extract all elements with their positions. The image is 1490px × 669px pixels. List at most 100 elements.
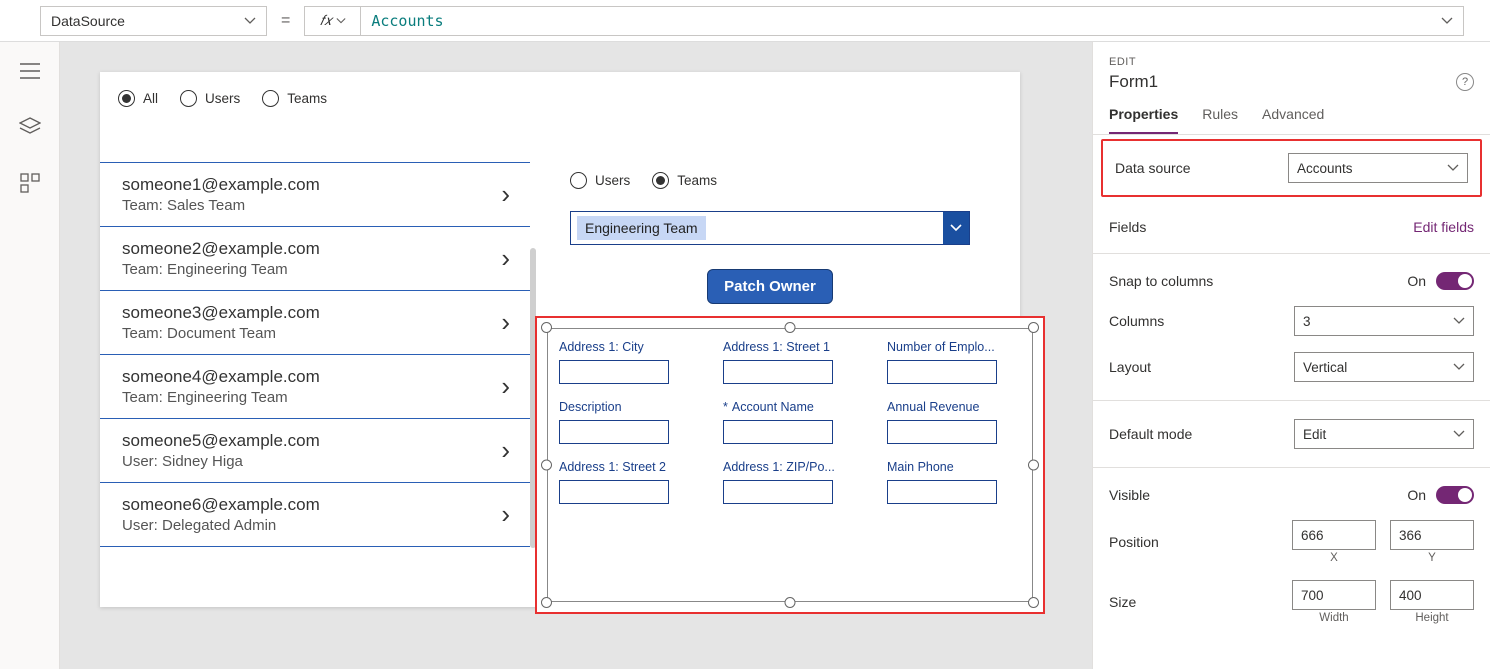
chevron-down-icon: [1453, 315, 1465, 327]
radio-circle-icon: [180, 90, 197, 107]
field-input[interactable]: [887, 420, 997, 444]
fx-icon: 𝑓𝑥: [320, 12, 332, 29]
radio-teams[interactable]: Teams: [262, 90, 327, 107]
gallery-item[interactable]: someone3@example.comTeam: Document Team›: [100, 291, 530, 355]
resize-handle[interactable]: [785, 597, 796, 608]
chevron-down-icon: [1453, 361, 1465, 373]
layout-dropdown[interactable]: Vertical: [1294, 352, 1474, 382]
dropdown-value: Edit: [1303, 427, 1326, 442]
gallery-item[interactable]: someone1@example.comTeam: Sales Team›: [100, 162, 530, 227]
gallery-email: someone4@example.com: [122, 367, 320, 387]
accounts-gallery[interactable]: someone1@example.comTeam: Sales Team›som…: [100, 162, 530, 547]
prop-label: Columns: [1109, 313, 1164, 329]
filter-radio-group: All Users Teams: [100, 72, 1020, 107]
radio-label: Users: [595, 173, 630, 188]
field-input[interactable]: [559, 480, 669, 504]
patch-owner-button[interactable]: Patch Owner: [707, 269, 833, 304]
radio-owner-users[interactable]: Users: [570, 172, 630, 189]
radio-label: Teams: [287, 91, 327, 106]
resize-handle[interactable]: [1028, 322, 1039, 333]
snap-toggle[interactable]: [1436, 272, 1474, 290]
resize-handle[interactable]: [541, 460, 552, 471]
position-y-input[interactable]: 366: [1390, 520, 1474, 550]
property-name: DataSource: [51, 13, 125, 29]
components-icon[interactable]: [19, 172, 41, 194]
default-mode-dropdown[interactable]: Edit: [1294, 419, 1474, 449]
gallery-item[interactable]: someone2@example.comTeam: Engineering Te…: [100, 227, 530, 291]
field-label: Number of Emplo...: [887, 340, 1007, 354]
tab-advanced[interactable]: Advanced: [1262, 106, 1324, 134]
data-source-dropdown[interactable]: Accounts: [1288, 153, 1468, 183]
form-field: Address 1: Street 2: [559, 460, 693, 504]
gallery-email: someone6@example.com: [122, 495, 320, 515]
gallery-item[interactable]: someone5@example.com User: Sidney Higa ›: [100, 419, 530, 483]
sub-label: Y: [1428, 552, 1436, 564]
resize-handle[interactable]: [1028, 597, 1039, 608]
tab-properties[interactable]: Properties: [1109, 106, 1178, 134]
chevron-down-icon: [336, 16, 346, 26]
gallery-sub: Team: Engineering Team: [122, 261, 320, 278]
position-x-input[interactable]: 666: [1292, 520, 1376, 550]
field-label: Address 1: Street 1: [723, 340, 843, 354]
resize-handle[interactable]: [541, 322, 552, 333]
visible-toggle[interactable]: [1436, 486, 1474, 504]
size-height-input[interactable]: 400: [1390, 580, 1474, 610]
form-field: *Account Name: [723, 400, 857, 444]
dropdown-value: Accounts: [1297, 161, 1353, 176]
formula-input[interactable]: Accounts: [360, 6, 1464, 36]
prop-label: Fields: [1109, 219, 1146, 235]
radio-users[interactable]: Users: [180, 90, 240, 107]
radio-dot-icon: [652, 172, 669, 189]
property-dropdown[interactable]: DataSource: [40, 6, 267, 36]
field-input[interactable]: [887, 360, 997, 384]
chevron-down-icon: [1453, 428, 1465, 440]
field-label: Address 1: ZIP/Po...: [723, 460, 843, 474]
radio-circle-icon: [262, 90, 279, 107]
chevron-right-icon: ›: [501, 243, 510, 274]
gallery-item[interactable]: someone4@example.com Team: Engineering Te…: [100, 355, 530, 419]
radio-all[interactable]: All: [118, 90, 158, 107]
canvas-area[interactable]: All Users Teams someone1@example.comTeam…: [60, 42, 1092, 669]
radio-owner-teams[interactable]: Teams: [652, 172, 717, 189]
prop-label: Position: [1109, 534, 1159, 550]
gallery-email: someone5@example.com: [122, 431, 320, 451]
gallery-item[interactable]: someone6@example.comUser: Delegated Admi…: [100, 483, 530, 547]
resize-handle[interactable]: [1028, 460, 1039, 471]
chevron-down-icon: [1447, 162, 1459, 174]
field-input[interactable]: [723, 420, 833, 444]
owner-controls: Users Teams Engineering Team Patch Owner: [570, 172, 970, 304]
field-label: Address 1: City: [559, 340, 679, 354]
resize-handle[interactable]: [541, 597, 552, 608]
chevron-right-icon: ›: [501, 307, 510, 338]
equals-sign: =: [281, 12, 290, 30]
props-tabs: Properties Rules Advanced: [1093, 106, 1490, 135]
form1-selection[interactable]: Address 1: City Address 1: Street 1 Number…: [535, 316, 1045, 614]
columns-dropdown[interactable]: 3: [1294, 306, 1474, 336]
gallery-sub: User: Sidney Higa: [122, 453, 320, 470]
radio-label: All: [143, 91, 158, 106]
teams-dropdown[interactable]: Engineering Team: [570, 211, 970, 245]
field-input[interactable]: [559, 360, 669, 384]
form-field: Annual Revenue: [887, 400, 1021, 444]
layers-icon[interactable]: [19, 116, 41, 138]
gallery-sub: Team: Engineering Team: [122, 389, 320, 406]
field-input[interactable]: [559, 420, 669, 444]
form-field: Main Phone: [887, 460, 1021, 504]
help-icon[interactable]: ?: [1456, 73, 1474, 91]
field-label: Description: [559, 400, 679, 414]
fx-button[interactable]: 𝑓𝑥: [304, 6, 360, 36]
field-input[interactable]: [887, 480, 997, 504]
resize-handle[interactable]: [785, 322, 796, 333]
tab-rules[interactable]: Rules: [1202, 106, 1238, 134]
chevron-right-icon: ›: [501, 499, 510, 530]
prop-snap: Snap to columns On: [1109, 264, 1474, 298]
size-width-input[interactable]: 700: [1292, 580, 1376, 610]
hamburger-icon[interactable]: [19, 60, 41, 82]
field-input[interactable]: [723, 360, 833, 384]
field-label: *Account Name: [723, 400, 843, 414]
gallery-email: someone3@example.com: [122, 303, 320, 323]
field-input[interactable]: [723, 480, 833, 504]
app-canvas: All Users Teams someone1@example.comTeam…: [100, 72, 1020, 607]
chevron-right-icon: ›: [501, 435, 510, 466]
edit-fields-link[interactable]: Edit fields: [1413, 219, 1474, 235]
